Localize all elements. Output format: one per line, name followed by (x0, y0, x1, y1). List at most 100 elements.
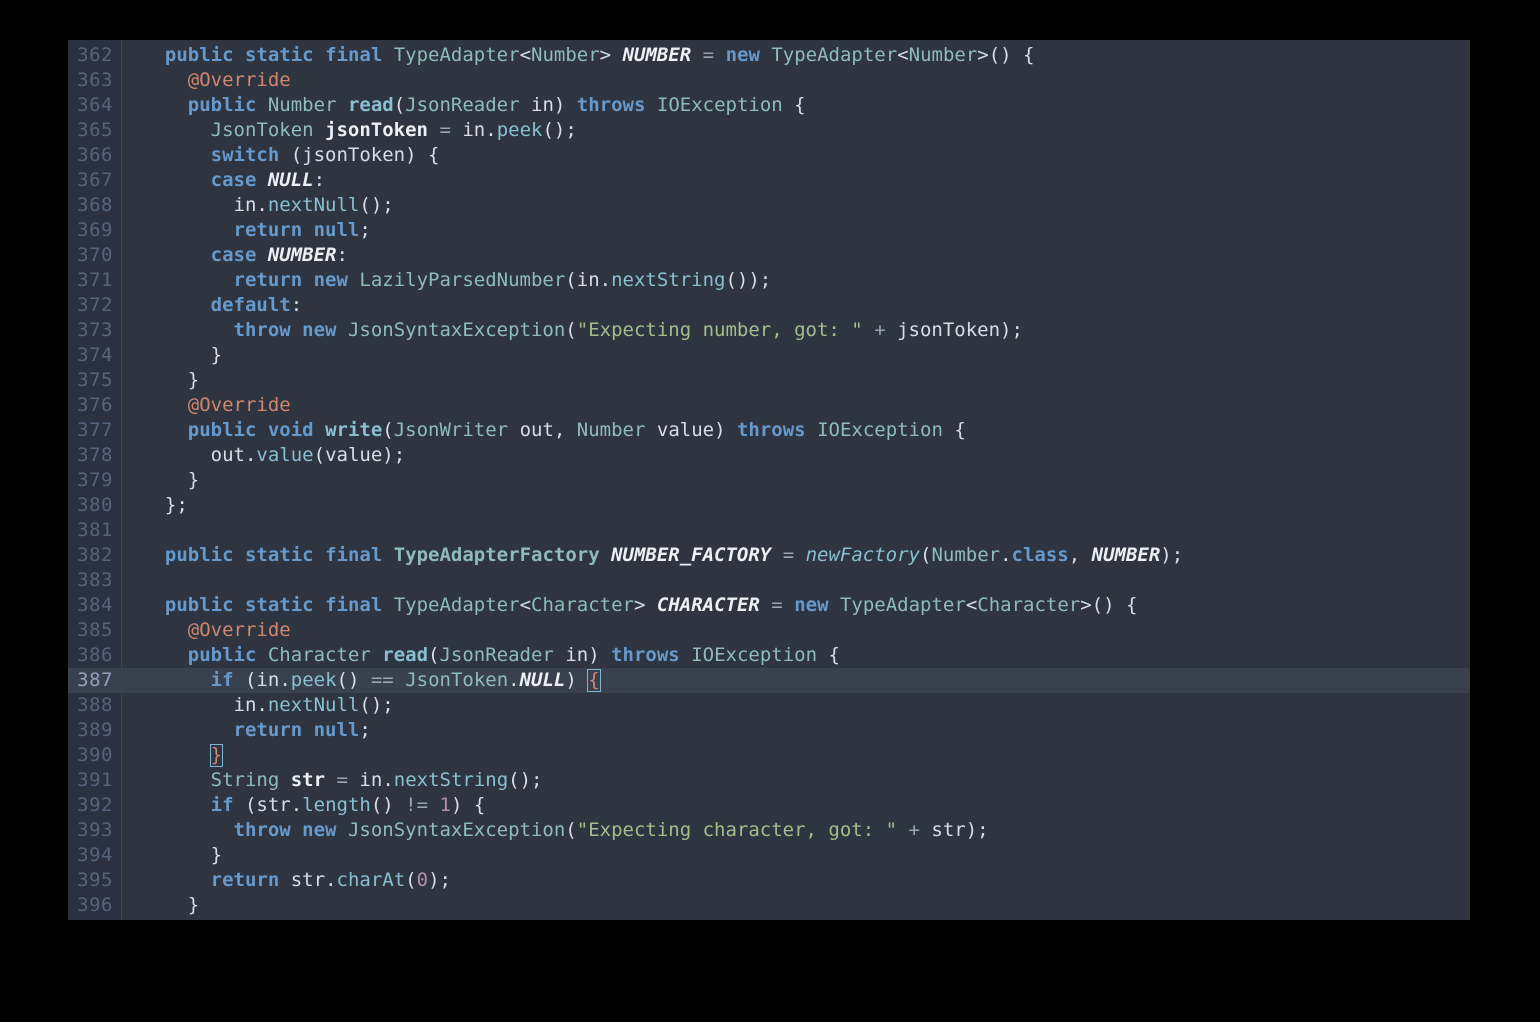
code-line-383[interactable] (122, 568, 1470, 593)
token-punc: } (142, 369, 200, 391)
line-number-396[interactable]: 396 (68, 893, 121, 918)
code-line-392[interactable]: if (str.length() != 1) { (122, 793, 1470, 818)
line-number-373[interactable]: 373 (68, 318, 121, 343)
token-kw: static (244, 544, 314, 566)
code-line-394[interactable]: } (122, 843, 1470, 868)
code-line-364[interactable]: public Number read(JsonReader in) throws… (122, 93, 1470, 118)
code-line-367[interactable]: case NULL: (122, 168, 1470, 193)
line-number-394[interactable]: 394 (68, 843, 121, 868)
code-line-385[interactable]: @Override (122, 618, 1470, 643)
token-punc (279, 869, 290, 891)
code-line-381[interactable] (122, 518, 1470, 543)
code-line-386[interactable]: public Character read(JsonReader in) thr… (122, 643, 1470, 668)
line-number-369[interactable]: 369 (68, 218, 121, 243)
code-line-375[interactable]: } (122, 368, 1470, 393)
line-number-362[interactable]: 362 (68, 43, 121, 68)
token-punc (291, 819, 302, 841)
token-punc (142, 169, 211, 191)
code-line-384[interactable]: public static final TypeAdapter<Characte… (122, 593, 1470, 618)
line-number-393[interactable]: 393 (68, 818, 121, 843)
token-var-b: str (290, 769, 326, 791)
code-line-370[interactable]: case NUMBER: (122, 243, 1470, 268)
code-line-373[interactable]: throw new JsonSyntaxException("Expecting… (122, 318, 1470, 343)
token-punc: >() { (1080, 594, 1138, 616)
token-punc (142, 744, 211, 766)
line-number-395[interactable]: 395 (68, 868, 121, 893)
token-punc (142, 669, 211, 691)
code-line-391[interactable]: String str = in.nextString(); (122, 768, 1470, 793)
line-number-367[interactable]: 367 (68, 168, 121, 193)
line-number-376[interactable]: 376 (68, 393, 121, 418)
line-number-375[interactable]: 375 (68, 368, 121, 393)
line-number-381[interactable]: 381 (68, 518, 121, 543)
code-line-393[interactable]: throw new JsonSyntaxException("Expecting… (122, 818, 1470, 843)
line-number-392[interactable]: 392 (68, 793, 121, 818)
line-number-382[interactable]: 382 (68, 543, 121, 568)
line-number-372[interactable]: 372 (68, 293, 121, 318)
token-op: = (439, 119, 451, 141)
token-punc (806, 419, 817, 441)
code-line-378[interactable]: out.value(value); (122, 443, 1470, 468)
token-var: in (462, 119, 486, 141)
line-number-391[interactable]: 391 (68, 768, 121, 793)
line-number-365[interactable]: 365 (68, 118, 121, 143)
line-number-364[interactable]: 364 (68, 93, 121, 118)
line-number-389[interactable]: 389 (68, 718, 121, 743)
code-line-368[interactable]: in.nextNull(); (122, 193, 1470, 218)
code-content-area[interactable]: public static final TypeAdapter<Number> … (122, 40, 1470, 920)
line-number-387[interactable]: 387 (68, 668, 121, 693)
token-fn: nextString (611, 269, 726, 291)
token-punc: . (1000, 544, 1012, 566)
line-number-371[interactable]: 371 (68, 268, 121, 293)
code-line-363[interactable]: @Override (122, 68, 1470, 93)
line-number-366[interactable]: 366 (68, 143, 121, 168)
line-number-383[interactable]: 383 (68, 568, 121, 593)
code-editor-window[interactable]: 362 363 364 365 366 367 368 369 370 371 372 373 374 3… (68, 40, 1470, 920)
line-number-379[interactable]: 379 (68, 468, 121, 493)
line-number-385[interactable]: 385 (68, 618, 121, 643)
code-line-382[interactable]: public static final TypeAdapterFactory N… (122, 543, 1470, 568)
token-punc (337, 319, 348, 341)
token-kw: public (187, 644, 257, 666)
code-line-376[interactable]: @Override (122, 393, 1470, 418)
line-number-374[interactable]: 374 (68, 343, 121, 368)
line-number-363[interactable]: 363 (68, 68, 121, 93)
code-line-389[interactable]: return null; (122, 718, 1470, 743)
line-number-384[interactable]: 384 (68, 593, 121, 618)
line-number-390[interactable]: 390 (68, 743, 121, 768)
code-line-372[interactable]: default: (122, 293, 1470, 318)
token-punc (760, 594, 771, 616)
token-punc: ) { (405, 144, 440, 166)
code-line-380[interactable]: }; (122, 493, 1470, 518)
token-punc: } (142, 844, 223, 866)
token-cls: IOException (817, 419, 943, 441)
code-line-387[interactable]: if (in.peek() == JsonToken.NULL) { (122, 668, 1470, 693)
line-number-370[interactable]: 370 (68, 243, 121, 268)
line-number-gutter[interactable]: 362 363 364 365 366 367 368 369 370 371 372 373 374 3… (68, 40, 122, 920)
line-number-368[interactable]: 368 (68, 193, 121, 218)
token-punc (302, 219, 313, 241)
line-number-388[interactable]: 388 (68, 693, 121, 718)
code-line-369[interactable]: return null; (122, 218, 1470, 243)
line-number-380[interactable]: 380 (68, 493, 121, 518)
code-line-377[interactable]: public void write(JsonWriter out, Number… (122, 418, 1470, 443)
code-line-366[interactable]: switch (jsonToken) { (122, 143, 1470, 168)
code-line-388[interactable]: in.nextNull(); (122, 693, 1470, 718)
code-line-395[interactable]: return str.charAt(0); (122, 868, 1470, 893)
code-line-390[interactable]: } (122, 743, 1470, 768)
token-kw: throws (611, 644, 680, 666)
token-punc: ) (565, 669, 589, 691)
code-line-396[interactable]: } (122, 893, 1470, 918)
token-punc (920, 819, 931, 841)
code-line-365[interactable]: JsonToken jsonToken = in.peek(); (122, 118, 1470, 143)
token-fn: peek (496, 119, 543, 141)
token-cls: Character (977, 594, 1081, 616)
token-punc: . (508, 669, 520, 691)
code-line-374[interactable]: } (122, 343, 1470, 368)
code-line-362[interactable]: public static final TypeAdapter<Number> … (122, 43, 1470, 68)
code-line-379[interactable]: } (122, 468, 1470, 493)
line-number-378[interactable]: 378 (68, 443, 121, 468)
code-line-371[interactable]: return new LazilyParsedNumber(in.nextStr… (122, 268, 1470, 293)
line-number-377[interactable]: 377 (68, 418, 121, 443)
line-number-386[interactable]: 386 (68, 643, 121, 668)
